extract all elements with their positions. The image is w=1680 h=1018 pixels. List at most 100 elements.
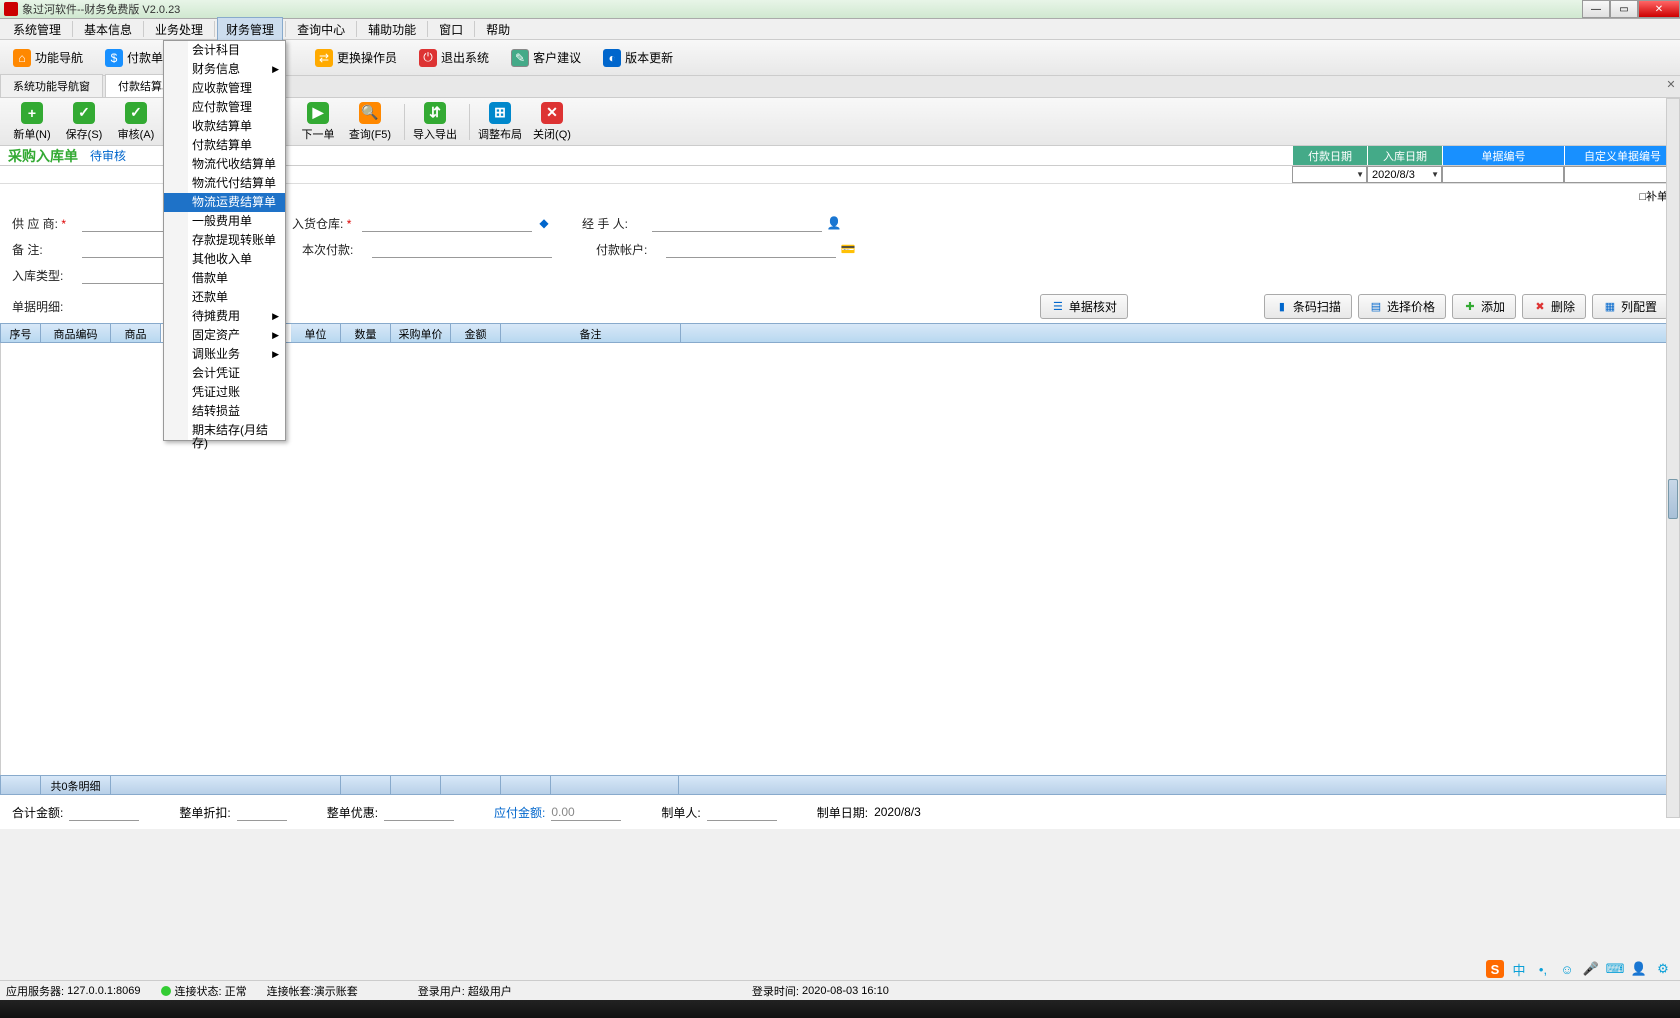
close-window-button[interactable]: ✕ <box>1638 0 1680 18</box>
scan-button[interactable]: ▮条码扫描 <box>1264 294 1352 319</box>
menu-system[interactable]: 系统管理 <box>4 17 70 42</box>
person-icon[interactable]: 👤 <box>826 215 842 231</box>
exitsys-button[interactable]: ⏻退出系统 <box>410 44 498 72</box>
check-icon: ✓ <box>73 102 95 124</box>
app-icon <box>4 2 18 16</box>
ime-punct-icon[interactable]: •, <box>1534 960 1552 978</box>
warehouse-input[interactable] <box>362 214 532 232</box>
dropdown-item[interactable]: 借款单 <box>164 269 285 288</box>
dropdown-item[interactable]: 其他收入单 <box>164 250 285 269</box>
ime-sogou-icon[interactable]: S <box>1486 960 1504 978</box>
check-button[interactable]: ☰单据核对 <box>1040 294 1128 319</box>
tab-close-icon[interactable]: ✕ <box>1664 78 1678 92</box>
ime-user-icon[interactable]: 👤 <box>1630 960 1648 978</box>
intype-label: 入库类型: <box>12 267 82 284</box>
dropdown-item[interactable]: 物流代收结算单 <box>164 155 285 174</box>
funcnav-button[interactable]: ⌂功能导航 <box>4 44 92 72</box>
dropdown-item[interactable]: 凭证过账 <box>164 383 285 402</box>
layout-button[interactable]: ⊞调整布局 <box>476 100 524 144</box>
colcfg-button[interactable]: ▦列配置 <box>1592 294 1668 319</box>
ime-gear-icon[interactable]: ⚙ <box>1654 960 1672 978</box>
th-seq[interactable]: 序号 <box>1 324 41 342</box>
th-qty[interactable]: 数量 <box>341 324 391 342</box>
ime-keyboard-icon[interactable]: ⌨ <box>1606 960 1624 978</box>
os-taskbar[interactable] <box>0 1000 1680 1018</box>
orderno-input[interactable] <box>1442 166 1564 183</box>
menu-basic[interactable]: 基本信息 <box>75 17 141 42</box>
dropdown-item[interactable]: 还款单 <box>164 288 285 307</box>
save-button[interactable]: ✓保存(S) <box>60 100 108 144</box>
ime-face-icon[interactable]: ☺ <box>1558 960 1576 978</box>
closedoc-button[interactable]: ✕关闭(Q) <box>528 100 576 144</box>
sb-conn: 连接状态: 正常 <box>161 983 247 999</box>
add-button[interactable]: ✚添加 <box>1452 294 1516 319</box>
dropdown-item[interactable]: 付款结算单 <box>164 136 285 155</box>
thispay-input[interactable] <box>372 240 552 258</box>
vertical-scrollbar[interactable] <box>1666 98 1680 818</box>
dropdown-item[interactable]: 物流运费结算单 <box>164 193 285 212</box>
chevron-right-icon: ▶ <box>272 329 279 342</box>
menu-finance[interactable]: 财务管理 <box>217 17 283 42</box>
del-button[interactable]: ✖删除 <box>1522 294 1586 319</box>
th-unit[interactable]: 单位 <box>291 324 341 342</box>
newdoc-button[interactable]: +新单(N) <box>8 100 56 144</box>
book-icon[interactable]: ◆ <box>536 215 552 231</box>
next-button[interactable]: ▶下一单 <box>294 100 342 144</box>
th-code[interactable]: 商品编码 <box>41 324 111 342</box>
dropdown-item[interactable]: 会计科目 <box>164 41 285 60</box>
th-amt[interactable]: 金额 <box>451 324 501 342</box>
dropdown-item[interactable]: 结转损益 <box>164 402 285 421</box>
search-icon: 🔍 <box>359 102 381 124</box>
changeop-button[interactable]: ⇄更换操作员 <box>306 44 406 72</box>
dropdown-item[interactable]: 物流代付结算单 <box>164 174 285 193</box>
update-button[interactable]: ◐版本更新 <box>594 44 682 72</box>
indate-input[interactable]: 2020/8/3▼ <box>1367 166 1442 183</box>
th-price[interactable]: 采购单价 <box>391 324 451 342</box>
dropdown-item[interactable]: 应收款管理 <box>164 79 285 98</box>
menu-query[interactable]: 查询中心 <box>288 17 354 42</box>
th-remark[interactable]: 备注 <box>501 324 681 342</box>
price-button[interactable]: ▤选择价格 <box>1358 294 1446 319</box>
swap-icon: ⇄ <box>315 49 333 67</box>
custom-input[interactable] <box>1564 166 1680 183</box>
scrollbar-thumb[interactable] <box>1668 479 1678 519</box>
tab-funcnav[interactable]: 系统功能导航窗 <box>0 74 103 97</box>
dropdown-item[interactable]: 一般费用单 <box>164 212 285 231</box>
card-icon[interactable]: 💳 <box>840 241 856 257</box>
dropdown-item[interactable]: 存款提现转账单 <box>164 231 285 250</box>
dropdown-item[interactable]: 财务信息▶ <box>164 60 285 79</box>
dropdown-item[interactable]: 应付款管理 <box>164 98 285 117</box>
pref-input[interactable] <box>384 803 454 821</box>
audit-button[interactable]: ✓审核(A) <box>112 100 160 144</box>
dropdown-item[interactable]: 调账业务▶ <box>164 345 285 364</box>
payorder-button[interactable]: $付款单 <box>96 44 172 72</box>
paydate-input[interactable]: ▼ <box>1292 166 1367 183</box>
barcode-icon: ▮ <box>1275 300 1289 314</box>
suggest-button[interactable]: ✎客户建议 <box>502 44 590 72</box>
chevron-right-icon: ▶ <box>272 310 279 323</box>
discount-input[interactable] <box>237 803 287 821</box>
ime-mic-icon[interactable]: 🎤 <box>1582 960 1600 978</box>
io-button[interactable]: ⇵导入导出 <box>411 100 459 144</box>
dropdown-item[interactable]: 待摊费用▶ <box>164 307 285 326</box>
menu-window[interactable]: 窗口 <box>430 17 472 42</box>
summary-text: 共0条明细 <box>41 776 111 794</box>
dropdown-item[interactable]: 固定资产▶ <box>164 326 285 345</box>
table-summary: 共0条明细 <box>0 775 1680 795</box>
dropdown-item[interactable]: 期末结存(月结存) <box>164 421 285 440</box>
payacct-input[interactable] <box>666 240 836 258</box>
menu-help[interactable]: 帮助 <box>477 17 519 42</box>
th-prod[interactable]: 商品 <box>111 324 161 342</box>
query-button[interactable]: 🔍查询(F5) <box>346 100 394 144</box>
chevron-right-icon: ▶ <box>272 63 279 76</box>
sum-input[interactable] <box>69 803 139 821</box>
menu-aux[interactable]: 辅助功能 <box>359 17 425 42</box>
handler-input[interactable] <box>652 214 822 232</box>
minimize-button[interactable]: — <box>1582 0 1610 18</box>
menu-business[interactable]: 业务处理 <box>146 17 212 42</box>
maximize-button[interactable]: ▭ <box>1610 0 1638 18</box>
dropdown-item[interactable]: 会计凭证 <box>164 364 285 383</box>
ime-zhong-icon[interactable]: 中 <box>1510 960 1528 978</box>
note-icon: ✎ <box>511 49 529 67</box>
dropdown-item[interactable]: 收款结算单 <box>164 117 285 136</box>
